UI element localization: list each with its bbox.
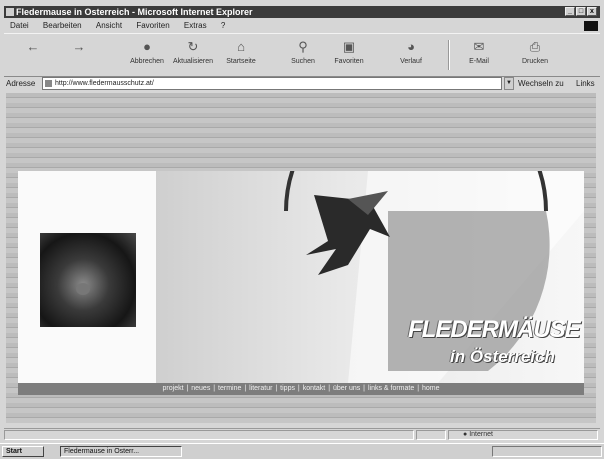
- start-button[interactable]: Start: [2, 446, 44, 457]
- close-button[interactable]: x: [587, 7, 597, 16]
- links-button[interactable]: Links: [576, 79, 595, 88]
- address-dropdown-button[interactable]: ▼: [504, 77, 514, 90]
- history-icon: ◕: [407, 39, 415, 54]
- print-button[interactable]: ⎙ Drucken: [512, 36, 558, 74]
- title-bar: Fledermause in Osterreich - Microsoft In…: [4, 6, 600, 18]
- nav-link[interactable]: literatur: [249, 385, 272, 392]
- minimize-button[interactable]: _: [565, 7, 575, 16]
- nav-link[interactable]: tipps: [280, 385, 295, 392]
- favorites-label: Favoriten: [334, 58, 364, 65]
- banner-title: FLEDERMÄUSE: [408, 316, 581, 343]
- search-label: Suchen: [291, 58, 315, 65]
- menu-extras[interactable]: Extras: [184, 21, 207, 30]
- refresh-label: Aktualisieren: [172, 58, 214, 65]
- stop-button[interactable]: ● Abbrechen: [124, 36, 170, 74]
- toolbar-separator: [448, 40, 450, 70]
- nav-link[interactable]: neues: [191, 385, 210, 392]
- menu-favoriten[interactable]: Favoriten: [136, 21, 169, 30]
- back-icon: ←: [26, 39, 40, 54]
- go-button[interactable]: Wechseln zu: [518, 79, 564, 88]
- print-icon: ⎙: [529, 39, 541, 54]
- home-label: Startseite: [226, 58, 256, 65]
- address-input[interactable]: http://www.fledermausschutz.at/: [42, 77, 502, 90]
- nav-link[interactable]: kontakt: [303, 385, 326, 392]
- refresh-button[interactable]: ↻ Aktualisieren: [170, 36, 216, 74]
- system-tray: [492, 446, 602, 457]
- taskbar: Start Fledermause in Osterr...: [0, 443, 604, 459]
- mail-icon: ✉: [473, 39, 485, 54]
- banner-subtitle: in Österreich: [450, 347, 555, 366]
- nav-link[interactable]: termine: [218, 385, 241, 392]
- banner: FLEDERMÄUSE in Österreich: [18, 171, 584, 383]
- browser-window: Fledermause in Osterreich - Microsoft In…: [0, 0, 604, 459]
- menu-help[interactable]: ?: [221, 21, 225, 30]
- window-controls: _ □ x: [565, 7, 597, 16]
- site-nav: projekt | neues | termine | literatur | …: [18, 383, 584, 395]
- history-label: Verlauf: [400, 58, 422, 65]
- taskbar-task-button[interactable]: Fledermause in Osterr...: [60, 446, 182, 457]
- status-zone: ● Internet: [448, 430, 598, 440]
- search-icon: ⚲: [298, 39, 308, 54]
- address-bar: Adresse http://www.fledermausschutz.at/ …: [4, 77, 600, 91]
- forward-icon: →: [72, 39, 86, 54]
- favorites-button[interactable]: ▣ Favoriten: [326, 36, 372, 74]
- menu-bar: Datei Bearbeiten Ansicht Favoriten Extra…: [4, 20, 600, 32]
- page-icon: [45, 80, 52, 87]
- mail-button[interactable]: ✉ E-Mail: [456, 36, 502, 74]
- home-icon: ⌂: [237, 39, 245, 54]
- status-bar: ● Internet: [4, 428, 600, 441]
- menu-ansicht[interactable]: Ansicht: [96, 21, 122, 30]
- windows-logo-icon: [584, 21, 598, 31]
- nav-link[interactable]: home: [422, 385, 440, 392]
- home-button[interactable]: ⌂ Startseite: [218, 36, 264, 74]
- mail-label: E-Mail: [469, 58, 489, 65]
- menu-bearbeiten[interactable]: Bearbeiten: [43, 21, 82, 30]
- ie-logo-icon: [6, 8, 14, 16]
- window-title: Fledermause in Osterreich - Microsoft In…: [16, 7, 253, 17]
- nav-link[interactable]: über uns: [333, 385, 360, 392]
- maximize-button[interactable]: □: [576, 7, 586, 16]
- back-button[interactable]: ←: [10, 36, 56, 74]
- status-cell: [416, 430, 446, 440]
- print-label: Drucken: [521, 58, 549, 65]
- favorites-icon: ▣: [342, 39, 356, 54]
- status-text: [4, 430, 414, 440]
- page-content: FLEDERMÄUSE in Österreich projekt | neue…: [6, 93, 596, 423]
- nav-link[interactable]: links & formate: [368, 385, 414, 392]
- refresh-icon: ↻: [187, 39, 199, 54]
- stop-label: Abbrechen: [130, 58, 164, 65]
- menu-datei[interactable]: Datei: [10, 21, 29, 30]
- address-url: http://www.fledermausschutz.at/: [55, 80, 154, 87]
- globe-icon: ●: [463, 431, 468, 438]
- stop-icon: ●: [143, 39, 151, 54]
- forward-button[interactable]: →: [56, 36, 102, 74]
- nav-link[interactable]: projekt: [163, 385, 184, 392]
- toolbar: ← → ● Abbrechen ↻ Aktualisieren ⌂ Starts…: [4, 33, 600, 77]
- address-label: Adresse: [6, 79, 36, 88]
- history-button[interactable]: ◕ Verlauf: [388, 36, 434, 74]
- search-button[interactable]: ⚲ Suchen: [280, 36, 326, 74]
